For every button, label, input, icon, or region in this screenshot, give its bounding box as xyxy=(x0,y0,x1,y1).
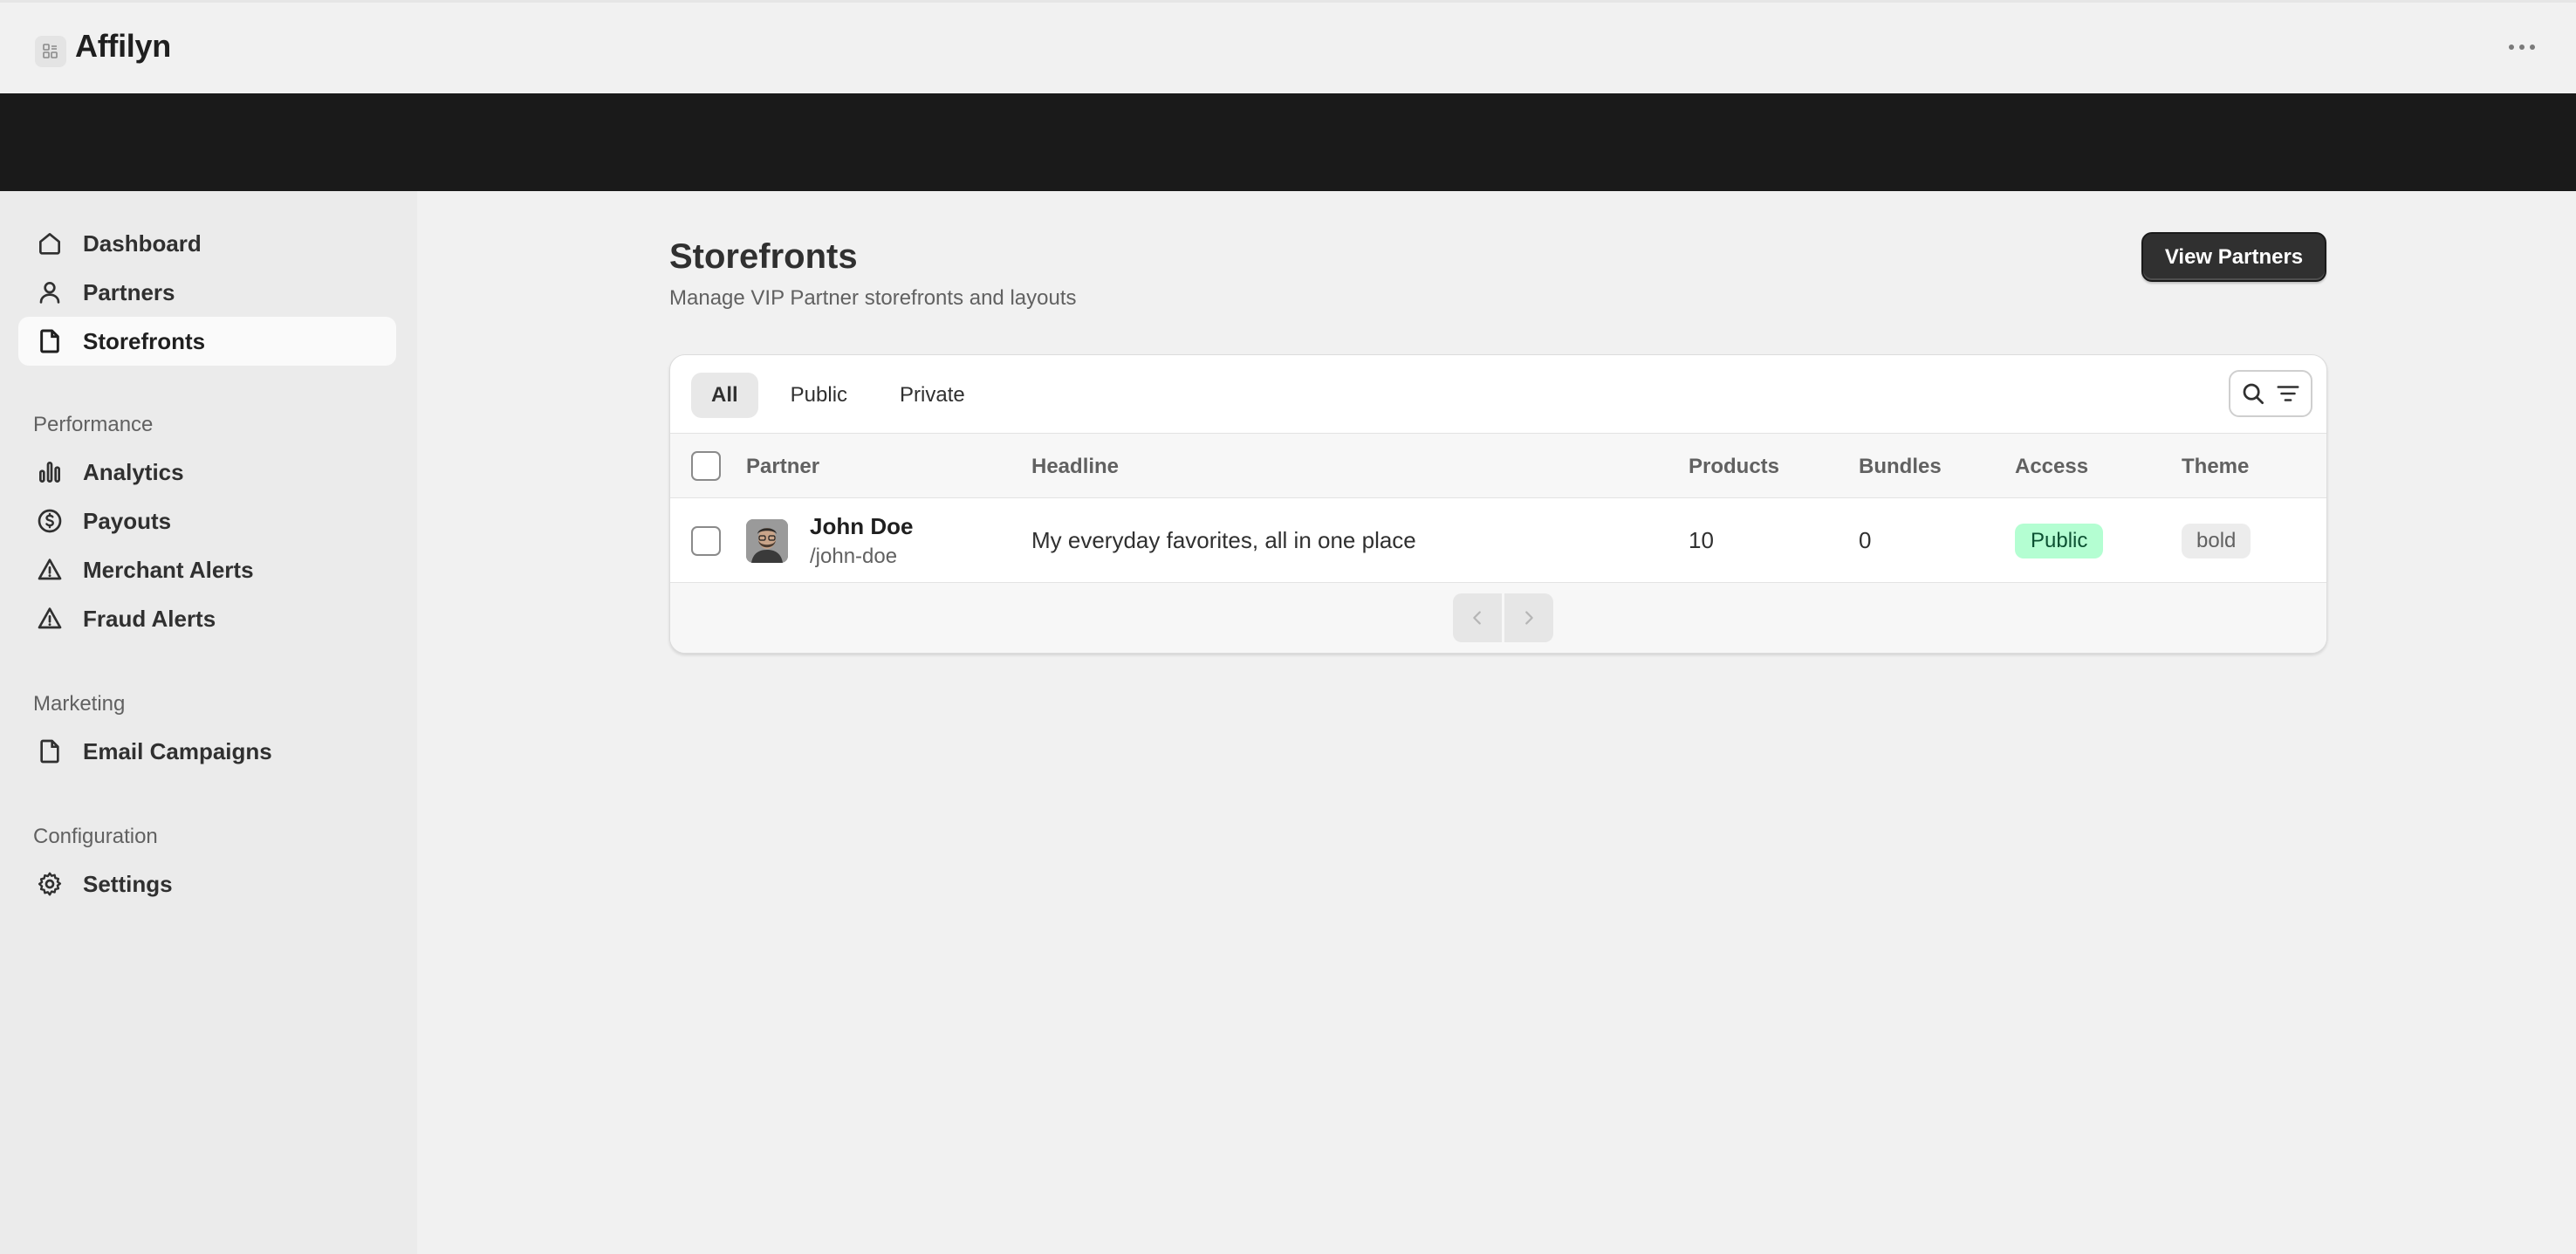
products-cell: 10 xyxy=(1689,527,1714,553)
column-header-partner[interactable]: Partner xyxy=(746,434,819,499)
partner-slug: /john-doe xyxy=(810,545,898,568)
sidebar-item-label: Analytics xyxy=(83,458,184,485)
sidebar-item-analytics[interactable]: Analytics xyxy=(18,448,396,497)
sidebar-item-partners[interactable]: Partners xyxy=(18,268,396,317)
sidebar-item-label: Storefronts xyxy=(83,327,206,354)
theme-badge: bold xyxy=(2182,523,2251,558)
person-icon xyxy=(39,282,60,304)
sidebar-item-storefronts[interactable]: Storefronts xyxy=(18,317,396,366)
app-logo-icon xyxy=(35,36,66,67)
tab-public[interactable]: Public xyxy=(771,373,867,418)
select-all-checkbox[interactable] xyxy=(691,451,721,481)
avatar xyxy=(746,519,788,563)
next-page-button[interactable] xyxy=(1504,593,1553,642)
sidebar-item-label: Email Campaigns xyxy=(83,737,272,764)
sidebar-item-email-campaigns[interactable]: Email Campaigns xyxy=(18,727,396,776)
home-icon xyxy=(39,233,60,255)
access-cell: Public xyxy=(2015,498,2104,583)
headline-cell: My everyday favorites, all in one place xyxy=(1031,527,1416,553)
chevron-right-icon xyxy=(1525,611,1533,625)
page-subtitle: Manage VIP Partner storefronts and layou… xyxy=(669,286,1077,310)
alert-triangle-icon xyxy=(38,558,62,580)
table-row[interactable]: John Doe /john-doe My everyday favorites… xyxy=(670,498,2326,583)
page-title: Storefronts xyxy=(669,237,858,276)
column-header-products[interactable]: Products xyxy=(1689,434,1779,499)
sidebar-section-performance: Performance xyxy=(33,413,154,436)
header-banner xyxy=(0,93,2576,191)
sidebar-item-payouts[interactable]: Payouts xyxy=(18,497,396,545)
sidebar-item-merchant-alerts[interactable]: Merchant Alerts xyxy=(18,545,396,594)
column-header-bundles[interactable]: Bundles xyxy=(1859,434,1942,499)
tab-private[interactable]: Private xyxy=(880,373,985,418)
bundles-cell: 0 xyxy=(1859,527,1872,553)
sidebar-item-label: Fraud Alerts xyxy=(83,605,216,632)
sidebar-item-label: Dashboard xyxy=(83,230,202,257)
view-partners-button[interactable]: View Partners xyxy=(2141,232,2326,282)
more-options-icon[interactable] xyxy=(2503,34,2541,60)
column-header-access[interactable]: Access xyxy=(2015,434,2088,499)
pagination-bar xyxy=(670,583,2326,653)
sidebar-section-configuration: Configuration xyxy=(33,825,158,848)
tab-all[interactable]: All xyxy=(691,373,758,418)
app-title: Affilyn xyxy=(75,28,171,64)
partner-name[interactable]: John Doe xyxy=(810,513,913,540)
alert-triangle-icon xyxy=(38,607,62,629)
search-icon xyxy=(2243,383,2264,404)
sidebar-section-marketing: Marketing xyxy=(33,692,126,716)
pagination xyxy=(1453,593,1553,642)
chevron-left-icon xyxy=(1473,611,1481,625)
search-filter-button[interactable] xyxy=(2229,370,2312,417)
storefronts-table-card: All Public Private Partner Headline Prod… xyxy=(669,354,2327,654)
filter-tabs: All Public Private xyxy=(691,373,985,418)
table-header: Partner Headline Products Bundles Access… xyxy=(670,433,2326,499)
sidebar-item-label: Merchant Alerts xyxy=(83,556,254,583)
sidebar-item-label: Settings xyxy=(83,870,173,897)
column-header-headline[interactable]: Headline xyxy=(1031,434,1119,499)
gear-icon xyxy=(38,872,62,896)
file-icon xyxy=(40,329,59,353)
dollar-circle-icon xyxy=(38,509,62,533)
theme-cell: bold xyxy=(2182,498,2251,583)
sidebar-item-settings[interactable]: Settings xyxy=(18,860,396,908)
top-bar: Affilyn xyxy=(0,0,2576,93)
filter-icon xyxy=(2277,386,2299,401)
status-badge: Public xyxy=(2015,523,2104,558)
previous-page-button[interactable] xyxy=(1453,593,1502,642)
file-icon xyxy=(40,739,59,764)
row-checkbox[interactable] xyxy=(691,526,721,556)
bar-chart-icon xyxy=(39,462,60,483)
sidebar-item-label: Payouts xyxy=(83,507,172,534)
sidebar-item-dashboard[interactable]: Dashboard xyxy=(18,219,396,268)
sidebar: Dashboard Partners Storefronts Performan… xyxy=(0,191,417,1254)
sidebar-item-fraud-alerts[interactable]: Fraud Alerts xyxy=(18,594,396,643)
column-header-theme[interactable]: Theme xyxy=(2182,434,2249,499)
app-root: Affilyn Dashboard Partners Storefronts P… xyxy=(0,0,2576,1254)
sidebar-item-label: Partners xyxy=(83,278,175,305)
